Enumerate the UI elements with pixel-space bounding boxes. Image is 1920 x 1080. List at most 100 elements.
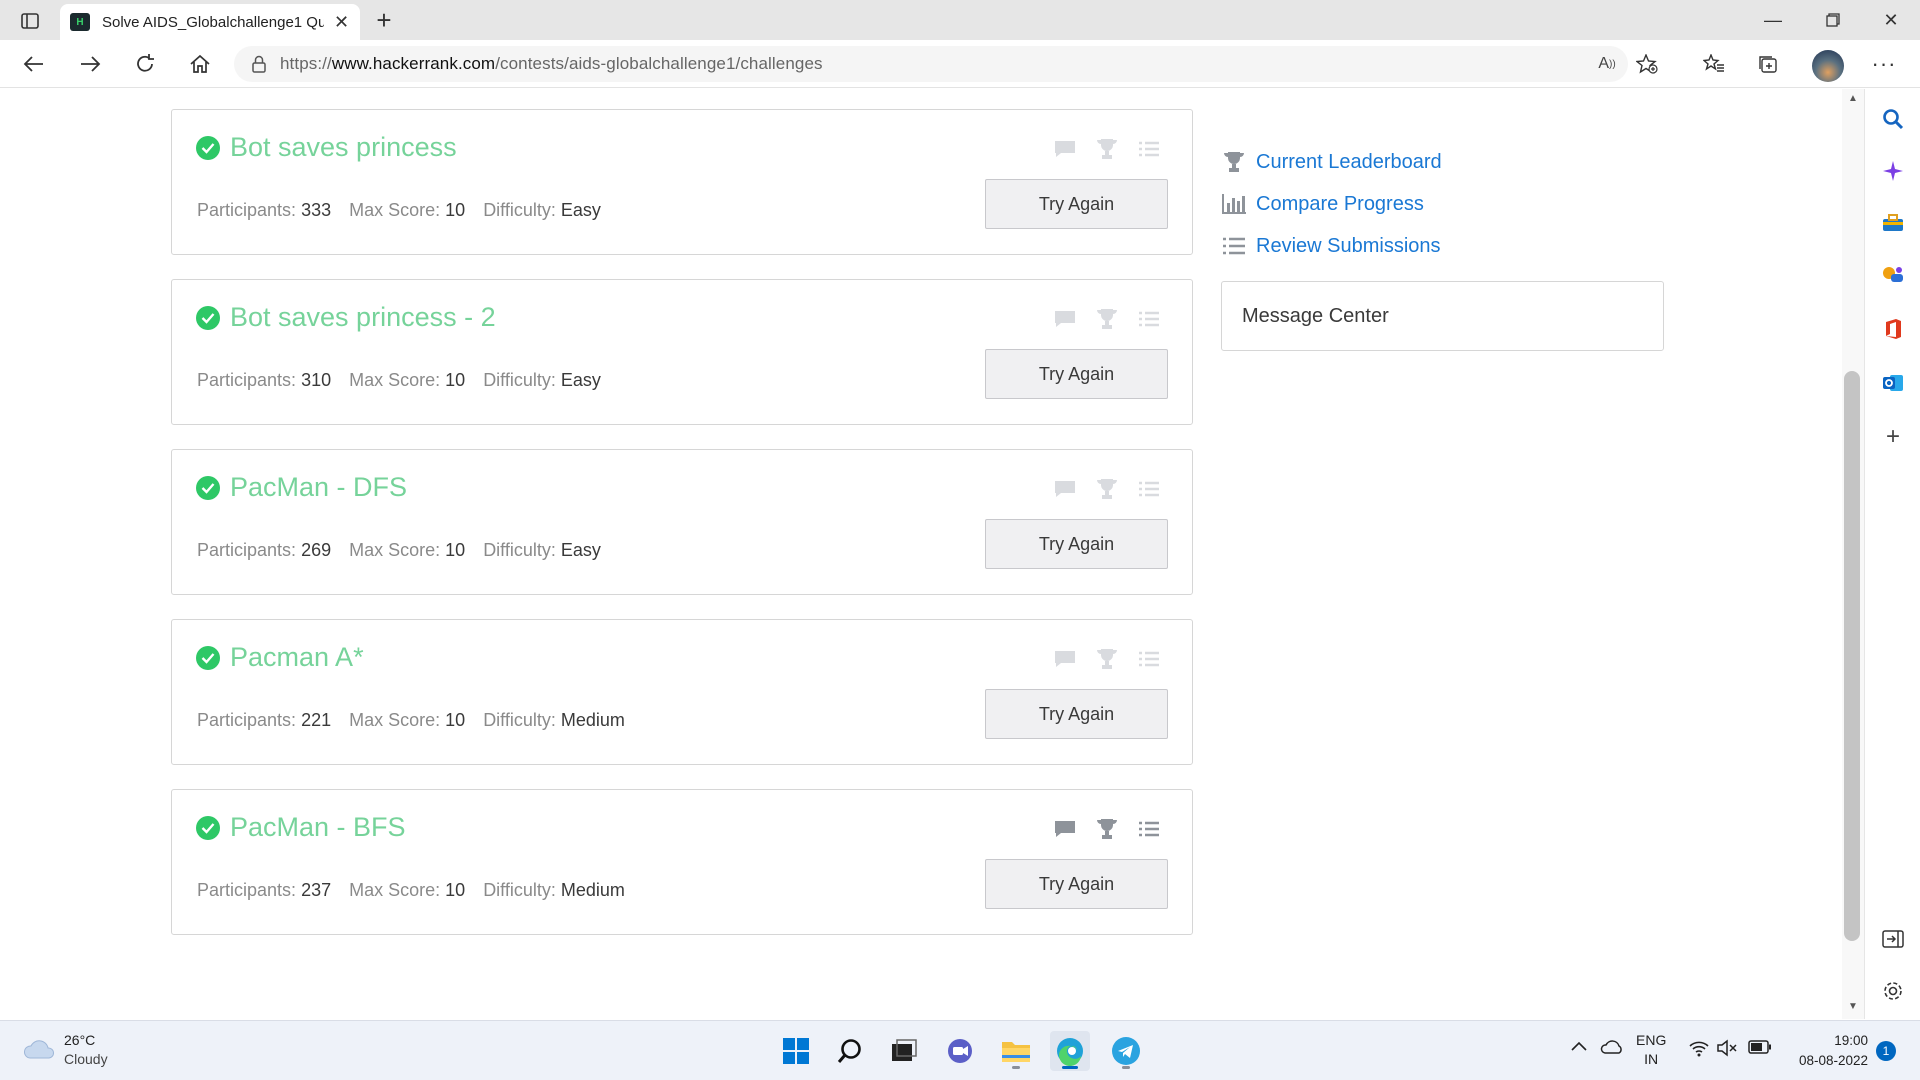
task-view-icon[interactable] — [884, 1031, 924, 1071]
copilot-sparkle-icon[interactable] — [1879, 157, 1907, 185]
restore-button[interactable] — [1804, 0, 1862, 40]
refresh-button[interactable] — [127, 48, 163, 80]
leaderboard-trophy-icon[interactable] — [1094, 308, 1120, 330]
battery-icon[interactable] — [1748, 1040, 1772, 1057]
compare-progress-link[interactable]: Compare Progress — [1220, 183, 1442, 225]
bar-chart-icon — [1220, 193, 1248, 215]
volume-muted-icon[interactable] — [1716, 1039, 1738, 1060]
leaderboard-trophy-icon[interactable] — [1094, 138, 1120, 160]
challenge-title-link[interactable]: Bot saves princess — [230, 132, 457, 163]
difficulty-value: Medium — [560, 710, 625, 730]
review-submissions-link[interactable]: Review Submissions — [1220, 225, 1442, 267]
teams-chat-icon[interactable] — [940, 1031, 980, 1071]
submissions-list-icon[interactable] — [1136, 648, 1162, 670]
participants-value: 221 — [301, 710, 332, 730]
leaderboard-trophy-icon[interactable] — [1094, 478, 1120, 500]
tab-bar: H Solve AIDS_Globalchallenge1 Qu ✕ + — ✕ — [0, 0, 1920, 40]
add-sidebar-app-icon[interactable]: + — [1879, 423, 1907, 451]
outlook-icon[interactable] — [1879, 369, 1907, 397]
try-again-button[interactable]: Try Again — [985, 859, 1168, 909]
scroll-up-arrow-icon[interactable]: ▲ — [1847, 93, 1859, 105]
back-button[interactable] — [16, 48, 52, 80]
discussion-icon[interactable] — [1052, 138, 1078, 160]
challenge-title-link[interactable]: PacMan - BFS — [230, 812, 406, 843]
start-menu-icon[interactable] — [776, 1031, 816, 1071]
challenge-title-link[interactable]: Pacman A* — [230, 642, 364, 673]
discussion-icon[interactable] — [1052, 308, 1078, 330]
try-again-button[interactable]: Try Again — [985, 179, 1168, 229]
search-taskbar-icon[interactable] — [830, 1031, 870, 1071]
try-again-button[interactable]: Try Again — [985, 349, 1168, 399]
participants-value: 269 — [301, 540, 332, 560]
read-aloud-icon[interactable]: A)) — [1592, 50, 1622, 78]
onedrive-cloud-icon[interactable] — [1600, 1039, 1624, 1058]
try-again-button[interactable]: Try Again — [985, 689, 1168, 739]
collections-icon[interactable] — [1750, 48, 1786, 80]
page-scrollbar[interactable]: ▲ ▼ — [1842, 89, 1864, 1019]
url-text[interactable]: https://www.hackerrank.com/contests/aids… — [280, 54, 823, 74]
system-clock[interactable]: 19:00 08-08-2022 — [1782, 1031, 1868, 1071]
discussion-icon[interactable] — [1052, 818, 1078, 840]
add-favorite-icon[interactable] — [1632, 50, 1662, 78]
current-leaderboard-link[interactable]: Current Leaderboard — [1220, 141, 1442, 183]
message-center-panel[interactable]: Message Center — [1221, 281, 1664, 351]
current-leaderboard-label[interactable]: Current Leaderboard — [1256, 151, 1442, 174]
hide-sidebar-icon[interactable] — [1879, 925, 1907, 953]
max-score-label: Max Score: — [349, 710, 441, 730]
difficulty-label: Difficulty: — [483, 710, 556, 730]
lock-icon[interactable] — [252, 55, 266, 73]
home-button[interactable] — [182, 48, 218, 80]
more-menu-icon[interactable]: ··· — [1866, 48, 1902, 80]
browser-tab-active[interactable]: H Solve AIDS_Globalchallenge1 Qu ✕ — [60, 4, 360, 40]
profile-avatar[interactable] — [1812, 50, 1844, 82]
favorites-icon[interactable] — [1696, 48, 1732, 80]
submissions-list-icon[interactable] — [1136, 478, 1162, 500]
forward-button[interactable] — [72, 48, 108, 80]
leaderboard-trophy-icon[interactable] — [1094, 818, 1120, 840]
language-indicator[interactable]: ENG IN — [1636, 1031, 1666, 1069]
tools-briefcase-icon[interactable] — [1879, 209, 1907, 237]
challenge-card: Pacman A* Participants: 221 Max Score: 1… — [171, 619, 1193, 765]
try-again-button[interactable]: Try Again — [985, 519, 1168, 569]
tab-actions-icon[interactable] — [12, 8, 48, 34]
wifi-icon[interactable] — [1688, 1039, 1710, 1060]
max-score-value: 10 — [445, 880, 466, 900]
edge-taskbar-icon[interactable] — [1050, 1031, 1090, 1071]
max-score-label: Max Score: — [349, 370, 441, 390]
notification-badge[interactable]: 1 — [1876, 1041, 1896, 1061]
search-icon[interactable] — [1879, 105, 1907, 133]
submissions-list-icon[interactable] — [1136, 818, 1162, 840]
review-submissions-label[interactable]: Review Submissions — [1256, 235, 1441, 258]
tab-close-icon[interactable]: ✕ — [334, 12, 349, 33]
solved-check-icon — [196, 815, 220, 840]
browser-toolbar: https://www.hackerrank.com/contests/aids… — [0, 40, 1920, 88]
language-code: ENG — [1636, 1032, 1667, 1048]
minimize-button[interactable]: — — [1744, 0, 1802, 40]
file-explorer-icon[interactable] — [996, 1031, 1036, 1071]
edge-sidebar: + — [1864, 89, 1920, 1019]
office-icon[interactable] — [1879, 315, 1907, 343]
discussion-icon[interactable] — [1052, 648, 1078, 670]
challenge-title-link[interactable]: Bot saves princess - 2 — [230, 302, 496, 333]
new-tab-button[interactable]: + — [368, 4, 400, 36]
max-score-label: Max Score: — [349, 540, 441, 560]
challenge-title-link[interactable]: PacMan - DFS — [230, 472, 407, 503]
submissions-list-icon[interactable] — [1136, 138, 1162, 160]
show-hidden-icons-chevron-icon[interactable] — [1570, 1039, 1588, 1055]
settings-gear-icon[interactable] — [1879, 977, 1907, 1005]
scrollbar-thumb[interactable] — [1844, 371, 1860, 941]
close-window-button[interactable]: ✕ — [1862, 0, 1920, 40]
address-bar[interactable]: https://www.hackerrank.com/contests/aids… — [234, 46, 1658, 82]
submissions-list-icon[interactable] — [1136, 308, 1162, 330]
contest-sidebar-links: Current Leaderboard Compare Progress Rev… — [1220, 141, 1442, 267]
telegram-icon[interactable] — [1106, 1031, 1146, 1071]
discussion-icon[interactable] — [1052, 478, 1078, 500]
compare-progress-label[interactable]: Compare Progress — [1256, 193, 1424, 216]
leaderboard-trophy-icon[interactable] — [1094, 648, 1120, 670]
list-icon — [1220, 236, 1248, 256]
participants-label: Participants: — [197, 880, 297, 900]
weather-widget[interactable]: 26°C Cloudy — [22, 1031, 108, 1069]
scroll-down-arrow-icon[interactable]: ▼ — [1847, 1001, 1859, 1013]
games-icon[interactable] — [1879, 261, 1907, 289]
tab-title: Solve AIDS_Globalchallenge1 Qu — [102, 13, 324, 31]
